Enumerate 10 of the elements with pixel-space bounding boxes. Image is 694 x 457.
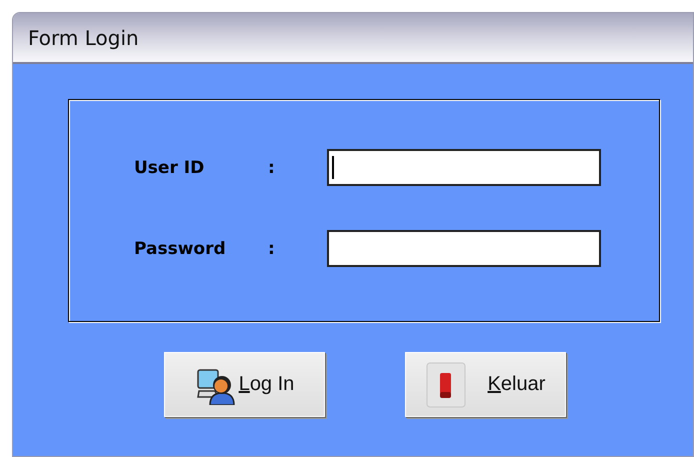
- field-label: Password: [134, 238, 227, 258]
- colon: :: [268, 158, 276, 178]
- colon: :: [268, 238, 276, 258]
- input-field[interactable]: [327, 230, 601, 267]
- login-button[interactable]: Log In: [164, 352, 325, 417]
- input-field[interactable]: [327, 149, 601, 186]
- field-label: User ID: [134, 158, 206, 178]
- exit-button[interactable]: Keluar: [405, 352, 566, 417]
- switch-icon: [426, 362, 466, 408]
- window-title: Form Login: [28, 26, 139, 50]
